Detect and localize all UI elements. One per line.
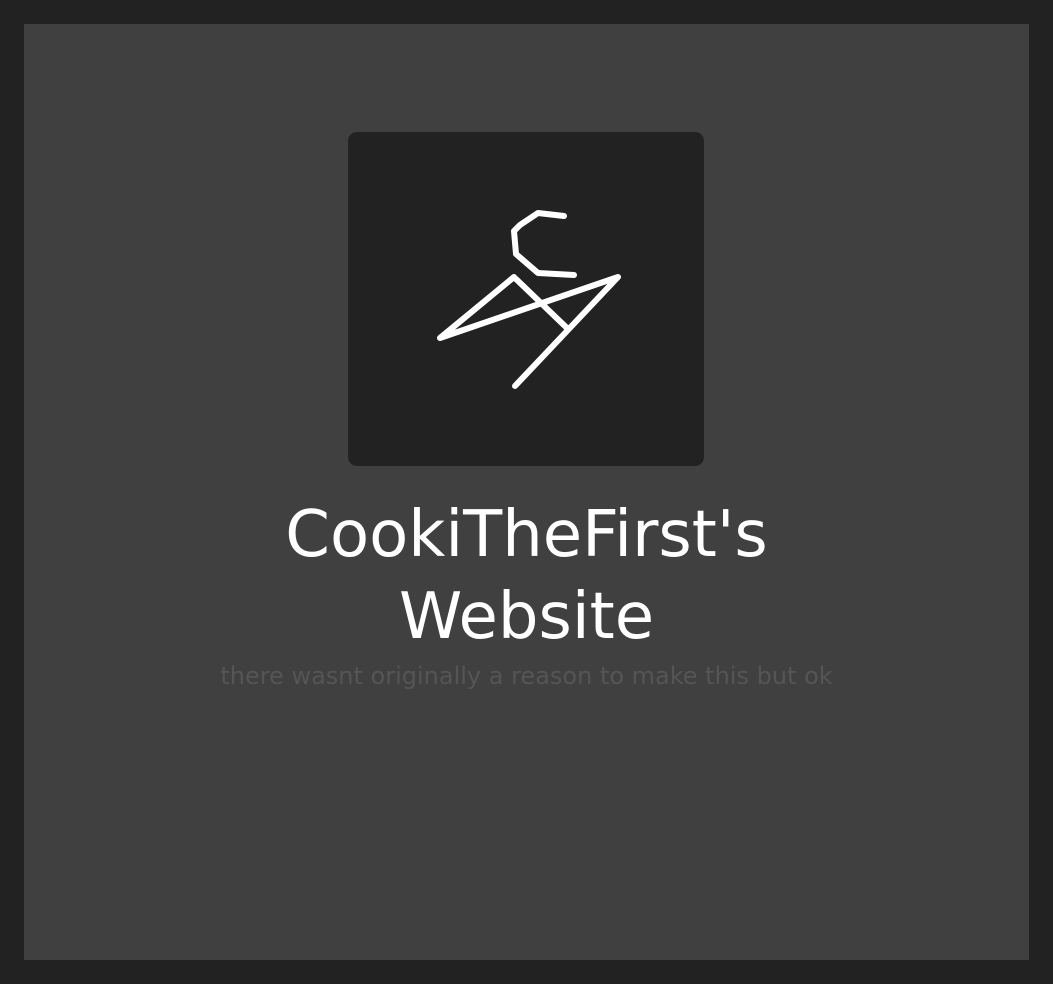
page-title-line-1: CookiTheFirst's [285, 498, 768, 572]
logo-box [348, 132, 704, 466]
signature-logo-icon [437, 210, 621, 389]
tagline: there wasnt originally a reason to make … [220, 662, 833, 690]
main-panel: CookiTheFirst's Website there wasnt orig… [24, 24, 1029, 960]
page-title: CookiTheFirst's Website [24, 494, 1029, 658]
page-title-line-2: Website [398, 580, 655, 654]
